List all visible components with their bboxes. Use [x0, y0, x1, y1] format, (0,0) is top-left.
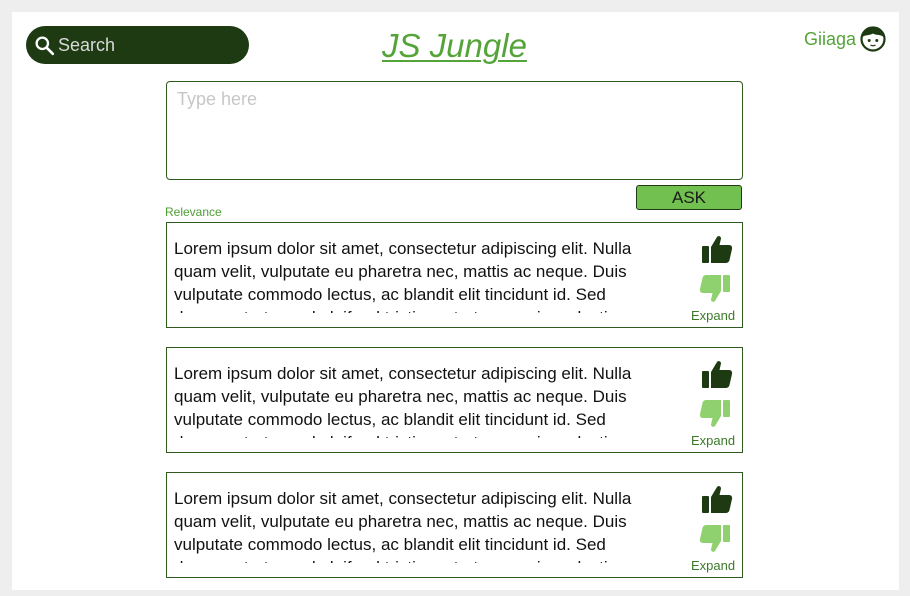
- answer-card: Lorem ipsum dolor sit amet, consectetur …: [166, 222, 743, 328]
- thumbs-down-icon[interactable]: [699, 524, 731, 554]
- sort-dropdown[interactable]: Relevance: [165, 205, 222, 219]
- face-icon: [860, 26, 886, 52]
- ask-button[interactable]: ASK: [636, 185, 742, 210]
- thumbs-down-icon[interactable]: [699, 274, 731, 304]
- thumbs-down-icon[interactable]: [699, 399, 731, 429]
- search-bar[interactable]: Search: [26, 26, 249, 64]
- page-frame: Search JS Jungle Giiaga Type here ASK Re…: [12, 12, 899, 590]
- search-icon: [35, 35, 55, 55]
- expand-link[interactable]: Expand: [691, 558, 735, 573]
- expand-link[interactable]: Expand: [691, 308, 735, 323]
- thumbs-up-icon[interactable]: [701, 234, 733, 264]
- answer-text: Lorem ipsum dolor sit amet, consectetur …: [174, 489, 632, 563]
- thumbs-up-icon[interactable]: [701, 484, 733, 514]
- question-input[interactable]: Type here: [166, 81, 743, 180]
- answer-card: Lorem ipsum dolor sit amet, consectetur …: [166, 472, 743, 578]
- user-menu[interactable]: Giiaga: [804, 26, 886, 52]
- thumbs-up-icon[interactable]: [701, 359, 733, 389]
- site-title[interactable]: JS Jungle: [382, 27, 527, 65]
- expand-link[interactable]: Expand: [691, 433, 735, 448]
- answer-card: Lorem ipsum dolor sit amet, consectetur …: [166, 347, 743, 453]
- user-name: Giiaga: [803, 28, 856, 49]
- answer-text: Lorem ipsum dolor sit amet, consectetur …: [174, 364, 632, 438]
- answer-text: Lorem ipsum dolor sit amet, consectetur …: [174, 239, 632, 313]
- question-placeholder: Type here: [177, 89, 258, 109]
- search-label: Search: [58, 34, 116, 55]
